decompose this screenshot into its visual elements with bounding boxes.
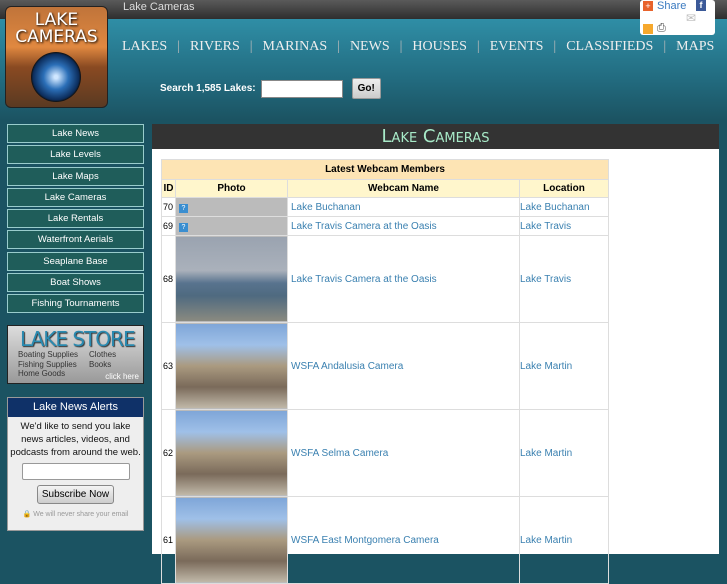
sidebar-item-seaplane-base[interactable]: Seaplane Base (7, 251, 144, 271)
sidebar-item-lake-cameras[interactable]: Lake Cameras (7, 187, 144, 207)
facebook-icon[interactable]: f (696, 0, 706, 11)
webcam-table: Latest Webcam Members ID Photo Webcam Name… (161, 159, 609, 584)
table-row: 69? Lake Travis Camera at the Oasis Lake T… (161, 216, 609, 236)
sidebar-nav: Lake News Lake Levels Lake Maps Lake Cam… (7, 124, 144, 315)
main-nav: LAKES | RIVERS | MARINAS | NEWS | HOUSES | EV… (112, 39, 724, 55)
top-bar: Lake Cameras (0, 0, 727, 19)
sidebar-item-lake-rentals[interactable]: Lake Rentals (7, 209, 144, 228)
col-header-photo: Photo (175, 179, 288, 198)
location-link[interactable]: Lake Travis (520, 274, 571, 285)
store-item: Books (89, 360, 112, 369)
photo-cell: ? (175, 216, 288, 236)
col-header-name: Webcam Name (287, 179, 520, 198)
table-row: 63 WSFA Andalusia Camera Lake Martin (161, 322, 609, 410)
sidebar-item-lake-levels[interactable]: Lake Levels (7, 145, 144, 165)
webcam-thumbnail[interactable] (176, 498, 287, 582)
photo-cell (175, 322, 288, 410)
nav-news[interactable]: NEWS (340, 39, 400, 55)
webcam-link[interactable]: WSFA Andalusia Camera (288, 361, 403, 372)
table-row: 70? Lake Buchanan Lake Buchanan (161, 197, 609, 217)
sidebar-item-lake-news[interactable]: Lake News (7, 124, 144, 143)
col-header-location: Location (519, 179, 609, 198)
store-item: Fishing Supplies (18, 360, 77, 369)
alerts-title: Lake News Alerts (8, 398, 143, 417)
nav-maps[interactable]: MAPS (666, 39, 724, 55)
row-id: 68 (161, 235, 176, 323)
lake-search: Search 1,585 Lakes: Go! (160, 78, 381, 99)
webcam-link[interactable]: Lake Buchanan (288, 202, 361, 213)
photo-cell (175, 496, 288, 584)
share-plus-icon[interactable]: + (643, 1, 653, 11)
alerts-text: We'd like to send you lake news articles… (10, 421, 141, 458)
print-icon[interactable]: ⎙ (657, 22, 666, 35)
webcam-link[interactable]: Lake Travis Camera at the Oasis (288, 274, 437, 285)
photo-cell (175, 409, 288, 497)
row-id: 70 (161, 197, 176, 217)
row-id: 61 (161, 496, 176, 584)
page-breadcrumb: Lake Cameras (123, 1, 195, 13)
photo-cell: ? (175, 197, 288, 217)
nav-events[interactable]: EVENTS (480, 39, 554, 55)
row-id: 62 (161, 409, 176, 497)
sidebar-item-waterfront-aerials[interactable]: Waterfront Aerials (7, 230, 144, 250)
sidebar-item-fishing-tournaments[interactable]: Fishing Tournaments (7, 294, 144, 313)
share-link[interactable]: Share (657, 0, 686, 12)
table-row: 62 WSFA Selma Camera Lake Martin (161, 409, 609, 497)
email-input[interactable] (21, 463, 130, 480)
missing-image-icon[interactable]: ? (179, 203, 188, 213)
row-id: 69 (161, 216, 176, 236)
favorite-star-icon[interactable] (643, 24, 653, 34)
share-widget: + Share f ✉ ⎙ (640, 0, 715, 35)
camera-lens-icon (31, 52, 81, 102)
nav-houses[interactable]: HOUSES (402, 39, 476, 55)
table-caption: Latest Webcam Members (161, 159, 609, 180)
store-title: LAKE STORE (20, 327, 136, 351)
row-id: 63 (161, 322, 176, 410)
photo-cell (175, 235, 288, 323)
logo-text: LAKE CAMERAS (15, 10, 98, 47)
search-go-button[interactable]: Go! (351, 78, 381, 99)
store-item: Clothes (89, 350, 117, 359)
location-link[interactable]: Lake Martin (520, 361, 572, 372)
news-alerts-box: Lake News Alerts We'd like to send you l… (7, 397, 144, 531)
table-row: 68 Lake Travis Camera at the Oasis Lake Tr… (161, 235, 609, 323)
store-click-here: click here (105, 372, 139, 381)
webcam-link[interactable]: Lake Travis Camera at the Oasis (288, 221, 437, 232)
webcam-thumbnail[interactable] (176, 411, 287, 495)
col-header-id: ID (161, 179, 176, 198)
lock-icon: 🔒 (22, 511, 32, 518)
webcam-thumbnail[interactable] (176, 324, 287, 408)
site-logo[interactable]: LAKE CAMERAS (5, 6, 108, 108)
nav-rivers[interactable]: RIVERS (180, 39, 250, 55)
store-item: Boating Supplies (18, 350, 79, 359)
webcam-link[interactable]: WSFA East Montgomera Camera (288, 535, 439, 546)
store-item: Home Goods (18, 369, 66, 378)
location-link[interactable]: Lake Martin (520, 535, 572, 546)
search-input[interactable] (260, 79, 343, 98)
main-content: Lake Cameras Latest Webcam Members ID Pho… (152, 124, 719, 584)
sidebar-item-lake-maps[interactable]: Lake Maps (7, 166, 144, 186)
missing-image-icon[interactable]: ? (179, 222, 188, 232)
email-icon[interactable]: ✉ (686, 11, 696, 25)
webcam-thumbnail[interactable] (176, 237, 287, 321)
page-title: Lake Cameras (152, 124, 719, 149)
location-link[interactable]: Lake Buchanan (520, 202, 590, 213)
subscribe-button[interactable]: Subscribe Now (36, 485, 115, 504)
nav-lakes[interactable]: LAKES (112, 39, 177, 55)
location-link[interactable]: Lake Travis (520, 221, 571, 232)
nav-marinas[interactable]: MARINAS (253, 39, 338, 55)
webcam-link[interactable]: WSFA Selma Camera (288, 448, 388, 459)
header (0, 19, 727, 120)
table-row: 61 WSFA East Montgomera Camera Lake Martin (161, 496, 609, 584)
nav-classifieds[interactable]: CLASSIFIEDS (556, 39, 663, 55)
privacy-note: We will never share your email (33, 511, 129, 518)
search-label: Search 1,585 Lakes: (160, 83, 256, 94)
location-link[interactable]: Lake Martin (520, 448, 572, 459)
lake-store-banner[interactable]: LAKE STORE Boating Supplies Clothes Fish… (7, 325, 144, 384)
sidebar-item-boat-shows[interactable]: Boat Shows (7, 272, 144, 292)
